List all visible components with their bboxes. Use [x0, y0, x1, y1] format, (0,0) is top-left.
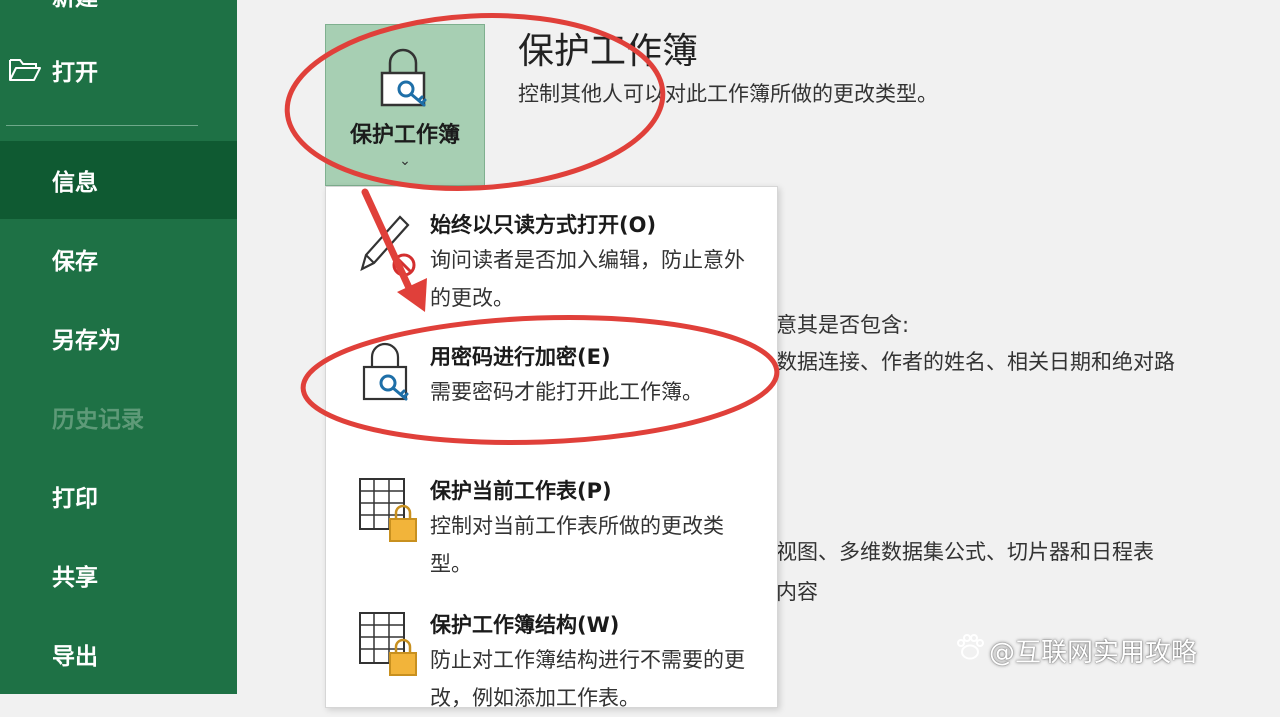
menu-item-description: 控制对当前工作表所做的更改类型。 — [430, 514, 724, 576]
lock-key-icon — [356, 339, 416, 409]
inspect-text-line: 数据连接、作者的姓名、相关日期和绝对路 — [776, 350, 1175, 374]
inspect-text-line: 意其是否包含: — [776, 313, 910, 337]
watermark-text: @互联网实用攻略 — [989, 638, 1198, 668]
pencil-no-icon — [356, 207, 416, 281]
folder-open-icon — [8, 56, 42, 84]
sidebar-item-export[interactable]: 导出 — [0, 615, 237, 693]
menu-item-description: 需要密码才能打开此工作簿。 — [430, 380, 703, 404]
menu-item-description: 防止对工作簿结构进行不需要的更改，例如添加工作表。 — [430, 648, 745, 710]
menu-item-protect-structure[interactable]: 保护工作簿结构(W) 防止对工作簿结构进行不需要的更改，例如添加工作表。 — [326, 601, 777, 711]
sidebar-item-print[interactable]: 打印 — [0, 457, 237, 535]
sidebar-item-label: 历史记录 — [52, 407, 144, 433]
sidebar-item-history: 历史记录 — [0, 378, 237, 456]
lock-key-icon — [376, 47, 434, 113]
protect-workbook-menu: 始终以只读方式打开(O) 询问读者是否加入编辑，防止意外的更改。 用密码进行加密… — [325, 186, 778, 711]
menu-item-title: 用密码进行加密(E) — [430, 345, 611, 369]
menu-item-read-only[interactable]: 始终以只读方式打开(O) 询问读者是否加入编辑，防止意外的更改。 — [326, 201, 777, 311]
sidebar-divider — [6, 125, 198, 126]
menu-item-description: 询问读者是否加入编辑，防止意外的更改。 — [430, 248, 745, 310]
sidebar-item-share[interactable]: 共享 — [0, 536, 237, 614]
watermark: @互联网实用攻略 — [955, 632, 1197, 669]
paw-icon — [955, 633, 985, 668]
sidebar-item-label: 另存为 — [52, 328, 121, 354]
sheet-lock-icon — [356, 607, 420, 683]
sidebar-item-info[interactable]: 信息 — [0, 141, 237, 219]
sidebar-item-label: 保存 — [52, 249, 98, 275]
sidebar-item-new[interactable]: 新建 — [0, 0, 237, 20]
menu-item-encrypt-password[interactable]: 用密码进行加密(E) 需要密码才能打开此工作簿。 — [326, 333, 777, 423]
sheet-lock-icon — [356, 473, 420, 549]
protect-workbook-label: 保护工作簿 — [349, 123, 460, 148]
menu-item-title: 保护工作簿结构(W) — [430, 613, 620, 637]
inspect-text-line: 视图、多维数据集公式、切片器和日程表 — [776, 540, 1154, 564]
sidebar-item-save[interactable]: 保存 — [0, 220, 237, 298]
section-description: 控制其他人可以对此工作簿所做的更改类型。 — [518, 82, 938, 106]
chevron-down-icon: ⌄ — [399, 153, 411, 169]
inspect-text-line: 内容 — [776, 580, 818, 604]
sidebar-item-label: 新建 — [52, 0, 98, 12]
sidebar-item-label: 打印 — [52, 486, 98, 512]
protect-workbook-button[interactable]: 保护工作簿 ⌄ — [325, 24, 485, 186]
sidebar-item-label: 导出 — [52, 644, 98, 670]
menu-item-title: 保护当前工作表(P) — [430, 479, 612, 503]
menu-item-protect-sheet[interactable]: 保护当前工作表(P) 控制对当前工作表所做的更改类型。 — [326, 467, 777, 577]
sidebar-item-label: 打开 — [52, 60, 98, 86]
sidebar-item-open[interactable]: 打开 — [0, 32, 237, 108]
backstage-sidebar: 新建 打开 信息 保存 另存为 历史记录 打印 共享 导出 — [0, 0, 237, 694]
menu-item-title: 始终以只读方式打开(O) — [430, 213, 657, 237]
sidebar-item-label: 共享 — [52, 565, 98, 591]
sidebar-item-save-as[interactable]: 另存为 — [0, 299, 237, 377]
section-title: 保护工作簿 — [518, 31, 699, 72]
sidebar-item-label: 信息 — [52, 170, 98, 196]
